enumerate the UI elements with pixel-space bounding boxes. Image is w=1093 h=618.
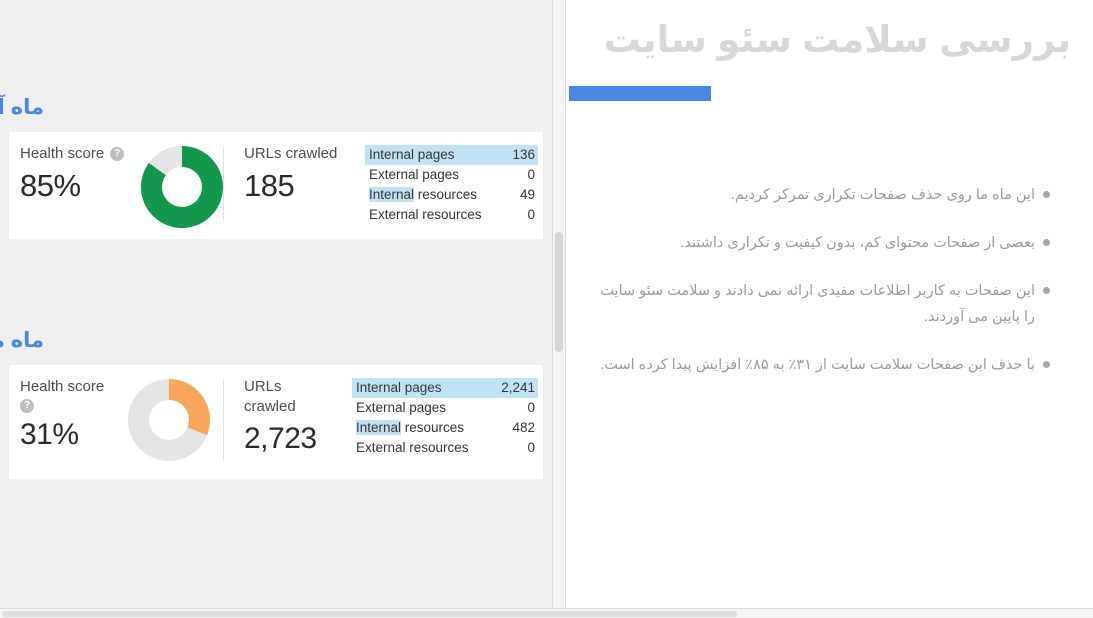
stat-value: 482 xyxy=(512,420,535,435)
table-row: External resources 0 xyxy=(352,438,538,458)
stat-label: External resources xyxy=(356,440,469,455)
crawl-stats-table-mehr: Internal pages 2,241 External pages 0 Intern… xyxy=(352,377,543,458)
list-item-text: این ماه ما روی حذف صفحات تکراری تمرکز کر… xyxy=(730,187,1035,203)
stat-label: Internal resources xyxy=(356,420,465,435)
table-row: External pages 0 xyxy=(365,165,538,185)
stat-value: 49 xyxy=(519,187,535,202)
bullet-dot-icon xyxy=(1043,239,1050,246)
table-row: External pages 0 xyxy=(352,398,538,418)
report-panel: ماه آبان Health score ? 85% xyxy=(0,0,565,618)
seo-audit-card-mehr: Health score ? 31% URLs crawled 2,723 In xyxy=(9,365,543,479)
health-score-donut-wrap-aban xyxy=(141,146,223,228)
seo-audit-card-aban: Health score ? 85% URLs crawled 185 Inte… xyxy=(9,132,543,239)
urls-crawled-section-mehr: URLs crawled 2,723 xyxy=(224,377,352,459)
health-score-value-aban: 85% xyxy=(20,168,81,203)
month-heading-aban-text: ماه آبان xyxy=(0,96,44,119)
month-heading-mehr: ماه مهر xyxy=(0,328,543,354)
health-score-label-mehr: Health score xyxy=(20,377,128,397)
urls-crawled-label-line1-mehr: URLs xyxy=(244,378,282,395)
stat-label: Internal pages xyxy=(356,380,442,395)
table-row: External resources 0 xyxy=(365,205,538,225)
stat-label: Internal resources xyxy=(369,187,478,202)
stat-value: 136 xyxy=(512,147,535,162)
health-score-donut-aban xyxy=(141,146,223,228)
table-row: Internal pages 2,241 xyxy=(352,378,538,398)
list-item-text: بعضی از صفحات محتوای کم، بدون کیفیت و تک… xyxy=(680,235,1035,251)
horizontal-scrollbar[interactable] xyxy=(0,608,1093,618)
health-score-label-text: Health score xyxy=(20,378,105,395)
stat-value: 0 xyxy=(527,167,535,182)
health-score-value-mehr: 31% xyxy=(20,418,79,451)
crawl-stats-table-aban: Internal pages 136 External pages 0 Internal… xyxy=(365,144,543,225)
slide-panel: بررسی سلامت سئو سایت این ماه ما روی حذف … xyxy=(565,0,1093,618)
stat-label: External pages xyxy=(356,400,447,415)
health-score-label-text: Health score xyxy=(20,145,105,162)
month-heading-aban: ماه آبان xyxy=(0,95,543,121)
list-item-text: این صفحات به کاربر اطلاعات مفیدی ارائه ن… xyxy=(600,283,1035,325)
urls-crawled-section-aban: URLs crawled 185 xyxy=(224,144,365,206)
health-score-section-aban: Health score ? 85% xyxy=(9,144,223,228)
stat-label: Internal pages xyxy=(369,147,455,162)
health-score-section-mehr: Health score ? 31% xyxy=(9,377,223,461)
urls-crawled-label-line2-mehr: crawled xyxy=(244,398,296,415)
list-item: این صفحات به کاربر اطلاعات مفیدی ارائه ن… xyxy=(594,278,1093,330)
vertical-scrollbar-thumb[interactable] xyxy=(555,232,563,352)
health-score-donut-wrap-mehr xyxy=(128,379,210,461)
stat-label: External resources xyxy=(369,207,482,222)
health-score-donut-mehr xyxy=(128,379,210,461)
health-score-label-aban: Health score ? xyxy=(20,144,141,164)
help-circle-icon[interactable]: ? xyxy=(110,147,125,161)
stat-value: 0 xyxy=(527,207,535,222)
list-item: بعضی از صفحات محتوای کم، بدون کیفیت و تک… xyxy=(594,230,1093,256)
urls-crawled-value-mehr: 2,723 xyxy=(244,422,317,455)
stat-value: 2,241 xyxy=(501,380,535,395)
report-block-aban: ماه آبان Health score ? 85% xyxy=(0,95,543,239)
stat-value: 0 xyxy=(527,400,535,415)
month-heading-mehr-text: ماه مهر xyxy=(0,329,44,352)
stat-value: 0 xyxy=(527,440,535,455)
table-row: Internal resources 482 xyxy=(352,418,538,438)
stat-label: External pages xyxy=(369,167,460,182)
title-accent-bar xyxy=(569,86,711,101)
app-root: بررسی سلامت سئو سایت این ماه ما روی حذف … xyxy=(0,0,1093,618)
urls-crawled-label-aban: URLs crawled xyxy=(244,145,338,162)
bullet-dot-icon xyxy=(1043,361,1050,368)
horizontal-scrollbar-thumb[interactable] xyxy=(2,611,737,617)
list-item: با حذف این صفحات سلامت سایت از ۳۱٪ به ۸۵… xyxy=(594,352,1093,378)
table-row: Internal resources 49 xyxy=(365,185,538,205)
report-block-mehr: ماه مهر Health score ? 31% xyxy=(0,328,543,479)
list-item-text: با حذف این صفحات سلامت سایت از ۳۱٪ به ۸۵… xyxy=(600,357,1035,373)
vertical-scrollbar[interactable] xyxy=(552,0,565,618)
list-item: این ماه ما روی حذف صفحات تکراری تمرکز کر… xyxy=(594,182,1093,208)
slide-bullet-list: این ماه ما روی حذف صفحات تکراری تمرکز کر… xyxy=(594,182,1093,400)
urls-crawled-value-aban: 185 xyxy=(244,168,295,203)
table-row: Internal pages 136 xyxy=(365,145,538,165)
help-circle-icon[interactable]: ? xyxy=(20,399,34,413)
bullet-dot-icon xyxy=(1043,191,1050,198)
bullet-dot-icon xyxy=(1043,287,1050,294)
page-title: بررسی سلامت سئو سایت xyxy=(603,19,1071,60)
